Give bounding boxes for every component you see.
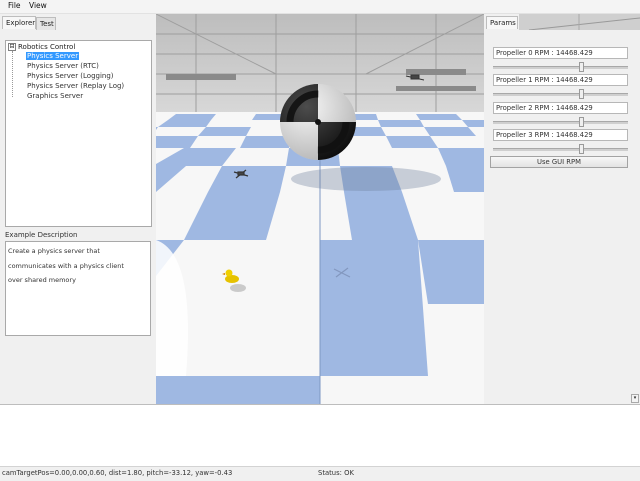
- propeller-2-rpm-field[interactable]: Propeller 2 RPM : 14468.429: [493, 102, 628, 114]
- propeller-3-rpm-field[interactable]: Propeller 3 RPM : 14468.429: [493, 129, 628, 141]
- propeller-2-rpm-slider[interactable]: [493, 117, 628, 127]
- scene-render: [156, 14, 484, 404]
- use-gui-rpm-button[interactable]: Use GUI RPM: [490, 156, 628, 168]
- camera-status: camTargetPos=0.00,0.00,0.60, dist=1.80, …: [2, 469, 233, 477]
- scroll-down-icon[interactable]: ▾: [631, 394, 639, 403]
- tree-item-physics-server[interactable]: Physics Server: [26, 52, 80, 60]
- status-bar: camTargetPos=0.00,0.00,0.60, dist=1.80, …: [0, 466, 640, 481]
- propeller-3-rpm-slider[interactable]: [493, 144, 628, 154]
- description-label: Example Description: [5, 231, 78, 239]
- description-line: communicates with a physics client: [8, 261, 124, 270]
- tab-explorer[interactable]: Explorer: [2, 16, 36, 29]
- slider-handle[interactable]: [579, 144, 584, 154]
- viewport-edge-strip: [519, 14, 640, 30]
- right-panel: Params Propeller 0 RPM : 14468.429 Prope…: [485, 14, 640, 404]
- tree-connector: [12, 51, 13, 97]
- menu-view[interactable]: View: [26, 1, 50, 10]
- menu-bar: File View: [0, 0, 640, 14]
- 3d-viewport[interactable]: [156, 14, 484, 404]
- tree-item-physics-server-logging[interactable]: Physics Server (Logging): [26, 72, 115, 80]
- tab-test[interactable]: Test: [36, 17, 56, 30]
- example-tree: ⊟ Robotics Control Physics Server Physics…: [5, 40, 152, 227]
- propeller-0-rpm-slider[interactable]: [493, 62, 628, 72]
- description-line: Create a physics server that: [8, 247, 100, 255]
- tree-item-physics-server-replay-log[interactable]: Physics Server (Replay Log): [26, 82, 125, 90]
- collapse-icon[interactable]: ⊟: [8, 43, 16, 51]
- tree-item-graphics-server[interactable]: Graphics Server: [26, 92, 84, 100]
- console-output[interactable]: [0, 404, 640, 466]
- propeller-0-rpm-field[interactable]: Propeller 0 RPM : 14468.429: [493, 47, 628, 59]
- duck-shadow: [230, 284, 246, 292]
- tree-root[interactable]: ⊟ Robotics Control: [8, 43, 75, 51]
- description-line: over shared memory: [8, 276, 76, 284]
- checker-ball: [280, 84, 356, 160]
- slider-handle[interactable]: [579, 117, 584, 127]
- tree-item-physics-server-rtc[interactable]: Physics Server (RTC): [26, 62, 100, 70]
- propeller-1-rpm-slider[interactable]: [493, 89, 628, 99]
- tree-root-label: Robotics Control: [18, 43, 76, 51]
- slider-handle[interactable]: [579, 89, 584, 99]
- menu-file[interactable]: File: [5, 1, 24, 10]
- tab-params[interactable]: Params: [486, 16, 518, 29]
- ball-shadow: [291, 167, 441, 191]
- description-box: Create a physics server that communicate…: [5, 241, 151, 336]
- slider-handle[interactable]: [579, 62, 584, 72]
- propeller-1-rpm-field[interactable]: Propeller 1 RPM : 14468.429: [493, 74, 628, 86]
- status-text: Status: OK: [318, 469, 354, 477]
